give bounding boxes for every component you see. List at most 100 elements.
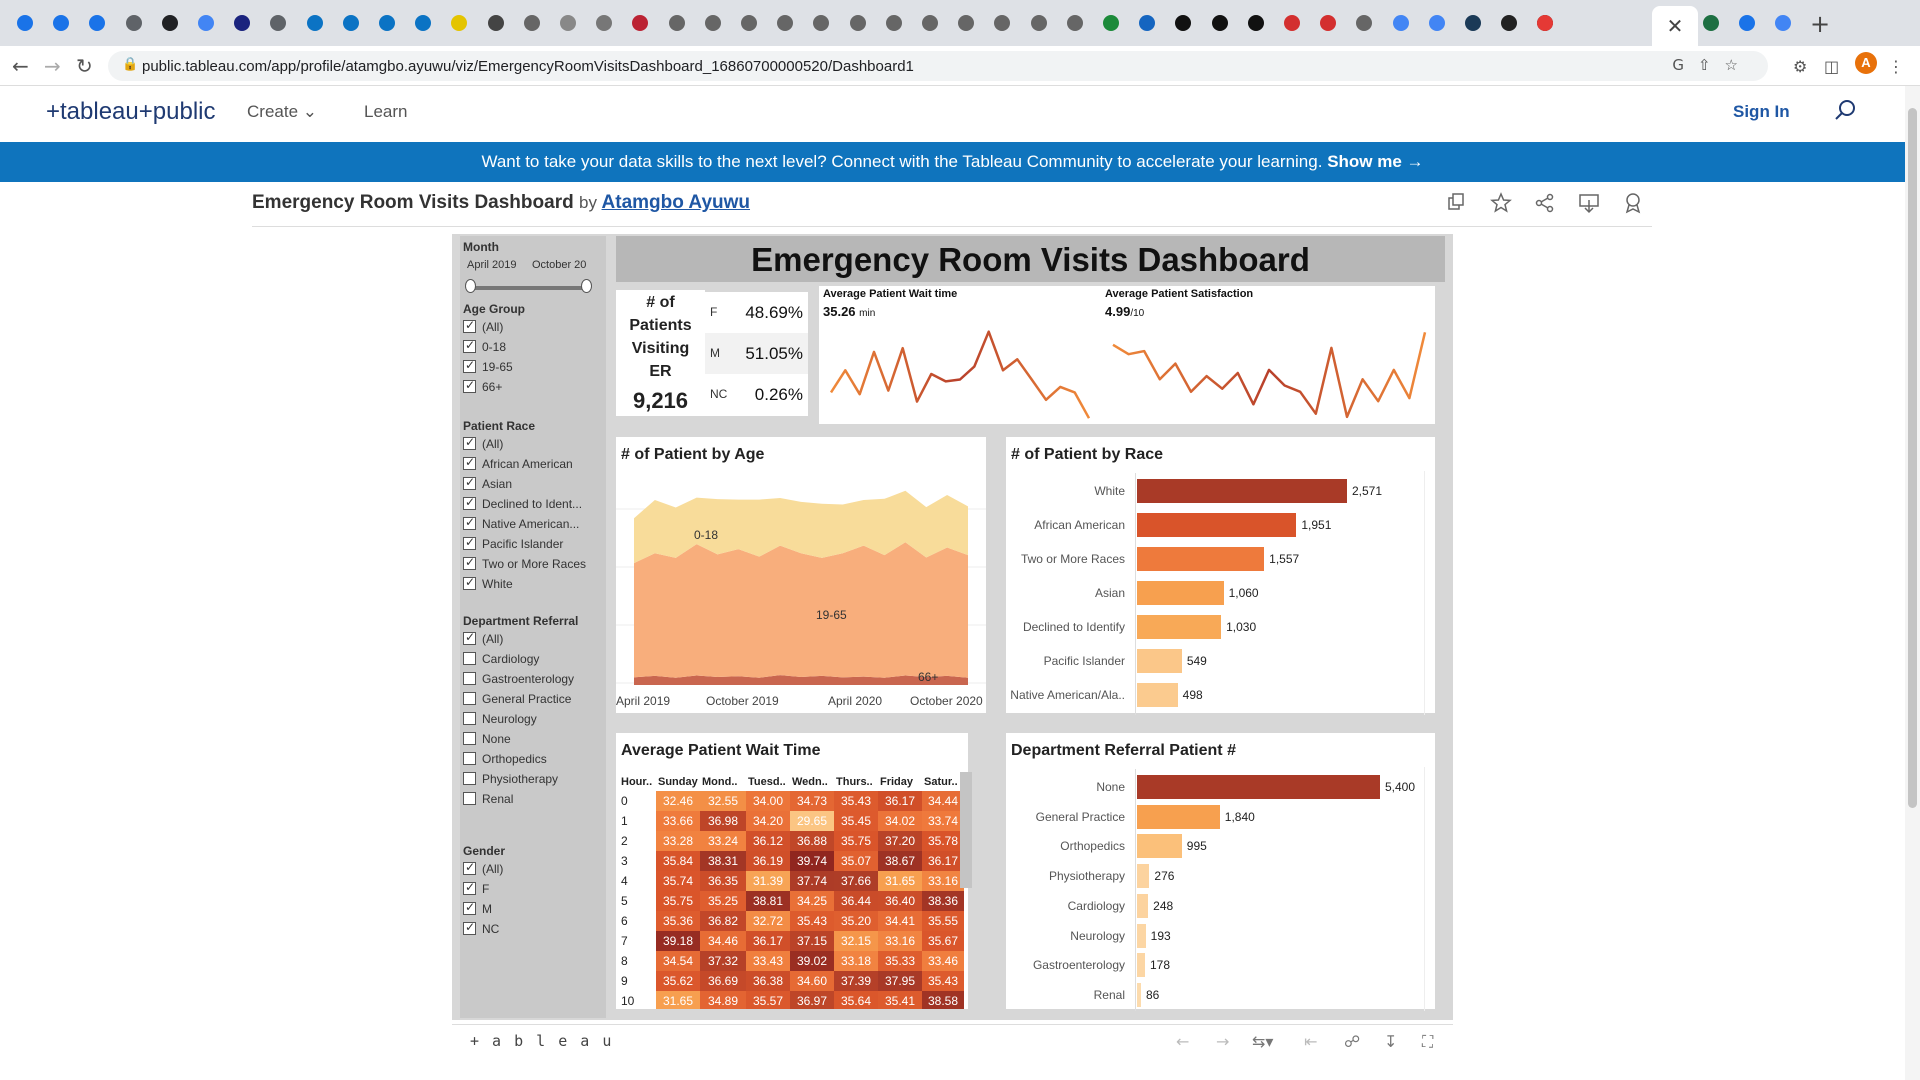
heatmap-cell[interactable]: 35.25 bbox=[700, 891, 746, 911]
filter-option[interactable]: Gastroenterology bbox=[463, 670, 603, 688]
filter-option[interactable]: (All) bbox=[463, 860, 603, 878]
page-scrollbar[interactable] bbox=[1905, 86, 1920, 1080]
heatmap-cell[interactable]: 34.46 bbox=[700, 931, 746, 951]
browser-tab[interactable] bbox=[955, 12, 977, 34]
bar[interactable] bbox=[1137, 804, 1220, 829]
heatmap-cell[interactable]: 39.02 bbox=[790, 951, 834, 971]
revert-icon[interactable]: ⇆▾ bbox=[1252, 1032, 1273, 1051]
heatmap-cell[interactable]: 36.88 bbox=[790, 831, 834, 851]
back-icon[interactable]: ← bbox=[12, 54, 29, 78]
wait-time-sparkline[interactable] bbox=[819, 286, 1101, 424]
month-slider-end-handle[interactable] bbox=[581, 279, 592, 293]
share-icon[interactable]: ☍ bbox=[1344, 1032, 1360, 1051]
heatmap-cell[interactable]: 33.16 bbox=[878, 931, 922, 951]
browser-tab[interactable] bbox=[14, 12, 36, 34]
browser-tab[interactable] bbox=[123, 12, 145, 34]
active-tab-close-button[interactable]: ✕ bbox=[1652, 6, 1698, 46]
heatmap-cell[interactable]: 36.69 bbox=[700, 971, 746, 991]
filter-option[interactable]: None bbox=[463, 730, 603, 748]
browser-tab[interactable] bbox=[412, 12, 434, 34]
author-link[interactable]: Atamgbo Ayuwu bbox=[602, 192, 750, 213]
heatmap-cell[interactable]: 35.43 bbox=[790, 911, 834, 931]
url-bar[interactable]: 🔒 public.tableau.com/app/profile/atamgbo… bbox=[108, 51, 1768, 81]
heatmap-column-header[interactable]: Thurs.. bbox=[834, 773, 878, 791]
redo-icon[interactable]: → bbox=[1216, 1032, 1229, 1051]
side-panel-icon[interactable]: ◫ bbox=[1824, 57, 1839, 76]
browser-tab[interactable] bbox=[448, 12, 470, 34]
page-scrollbar-thumb[interactable] bbox=[1908, 108, 1917, 808]
bar[interactable] bbox=[1137, 982, 1141, 1007]
filter-checkbox[interactable] bbox=[463, 732, 476, 745]
bar[interactable] bbox=[1137, 581, 1224, 605]
heatmap-cell[interactable]: 35.75 bbox=[656, 891, 700, 911]
filter-checkbox[interactable] bbox=[463, 712, 476, 725]
filter-checkbox[interactable] bbox=[463, 338, 476, 353]
banner-show-me-link[interactable]: Show me → bbox=[1327, 152, 1423, 171]
heatmap-cell[interactable]: 34.25 bbox=[790, 891, 834, 911]
filter-option[interactable]: Native American... bbox=[463, 515, 603, 533]
browser-tab[interactable] bbox=[1736, 12, 1758, 34]
heatmap-cell[interactable]: 34.02 bbox=[878, 811, 922, 831]
tableau-footer-logo[interactable]: + a b l e a u bbox=[470, 1032, 613, 1050]
share-icon[interactable] bbox=[1534, 192, 1556, 214]
menu-learn[interactable]: Learn bbox=[364, 102, 407, 122]
heatmap-cell[interactable]: 34.00 bbox=[746, 791, 790, 811]
heatmap-cell[interactable]: 36.98 bbox=[700, 811, 746, 831]
browser-tab[interactable] bbox=[738, 12, 760, 34]
undo-icon[interactable]: ← bbox=[1176, 1032, 1189, 1051]
heatmap-cell[interactable]: 32.15 bbox=[834, 931, 878, 951]
browser-tab[interactable] bbox=[1245, 12, 1267, 34]
filter-option[interactable]: Neurology bbox=[463, 710, 603, 728]
filter-checkbox[interactable] bbox=[463, 495, 476, 510]
heatmap-cell[interactable]: 36.17 bbox=[922, 851, 964, 871]
filter-checkbox[interactable] bbox=[463, 435, 476, 450]
browser-tab[interactable] bbox=[340, 12, 362, 34]
heatmap-cell[interactable]: 34.89 bbox=[700, 991, 746, 1009]
filter-checkbox[interactable] bbox=[463, 575, 476, 590]
menu-kebab-icon[interactable]: ⋮ bbox=[1888, 57, 1904, 76]
heatmap-cell[interactable]: 35.75 bbox=[834, 831, 878, 851]
heatmap-cell[interactable]: 35.43 bbox=[834, 791, 878, 811]
filter-option[interactable]: Two or More Races bbox=[463, 555, 603, 573]
heatmap-column-header[interactable]: Sunday bbox=[656, 773, 700, 791]
heatmap-cell[interactable]: 33.28 bbox=[656, 831, 700, 851]
favorite-star-icon[interactable] bbox=[1490, 192, 1512, 214]
browser-tab[interactable] bbox=[847, 12, 869, 34]
heatmap-cell[interactable]: 37.32 bbox=[700, 951, 746, 971]
omnibox-actions-icon[interactable]: G⇧☆ bbox=[1672, 56, 1752, 74]
heatmap-cell[interactable]: 36.97 bbox=[790, 991, 834, 1009]
browser-tab[interactable] bbox=[521, 12, 543, 34]
heatmap-cell[interactable]: 36.12 bbox=[746, 831, 790, 851]
bar[interactable] bbox=[1137, 513, 1297, 537]
filter-option[interactable]: 19-65 bbox=[463, 358, 603, 376]
browser-tab[interactable] bbox=[557, 12, 579, 34]
heatmap-cell[interactable]: 35.20 bbox=[834, 911, 878, 931]
filter-checkbox[interactable] bbox=[463, 900, 476, 915]
bar[interactable] bbox=[1137, 893, 1149, 918]
search-icon[interactable] bbox=[1833, 98, 1857, 122]
heatmap-cell[interactable]: 34.44 bbox=[922, 791, 964, 811]
heatmap-cell[interactable]: 33.46 bbox=[922, 951, 964, 971]
bar[interactable] bbox=[1137, 775, 1380, 799]
heatmap-cell[interactable]: 35.41 bbox=[878, 991, 922, 1009]
heatmap-cell[interactable]: 35.33 bbox=[878, 951, 922, 971]
filter-checkbox[interactable] bbox=[463, 880, 476, 895]
filter-checkbox[interactable] bbox=[463, 455, 476, 470]
heatmap-cell[interactable]: 38.67 bbox=[878, 851, 922, 871]
satisfaction-sparkline[interactable] bbox=[1101, 286, 1435, 424]
browser-tab[interactable] bbox=[1498, 12, 1520, 34]
heatmap-cell[interactable]: 29.65 bbox=[790, 811, 834, 831]
sparkline-series[interactable] bbox=[829, 330, 1091, 419]
browser-tab[interactable] bbox=[1353, 12, 1375, 34]
browser-tab[interactable] bbox=[1534, 12, 1556, 34]
browser-tab[interactable] bbox=[774, 12, 796, 34]
bar[interactable] bbox=[1137, 547, 1265, 571]
heatmap-scrollbar[interactable] bbox=[960, 772, 972, 888]
browser-tab[interactable] bbox=[702, 12, 724, 34]
heatmap-cell[interactable]: 36.44 bbox=[834, 891, 878, 911]
browser-tab[interactable] bbox=[159, 12, 181, 34]
heatmap-cell[interactable]: 33.43 bbox=[746, 951, 790, 971]
heatmap-cell[interactable]: 34.54 bbox=[656, 951, 700, 971]
filter-option[interactable]: NC bbox=[463, 920, 603, 938]
browser-tab[interactable] bbox=[1172, 12, 1194, 34]
